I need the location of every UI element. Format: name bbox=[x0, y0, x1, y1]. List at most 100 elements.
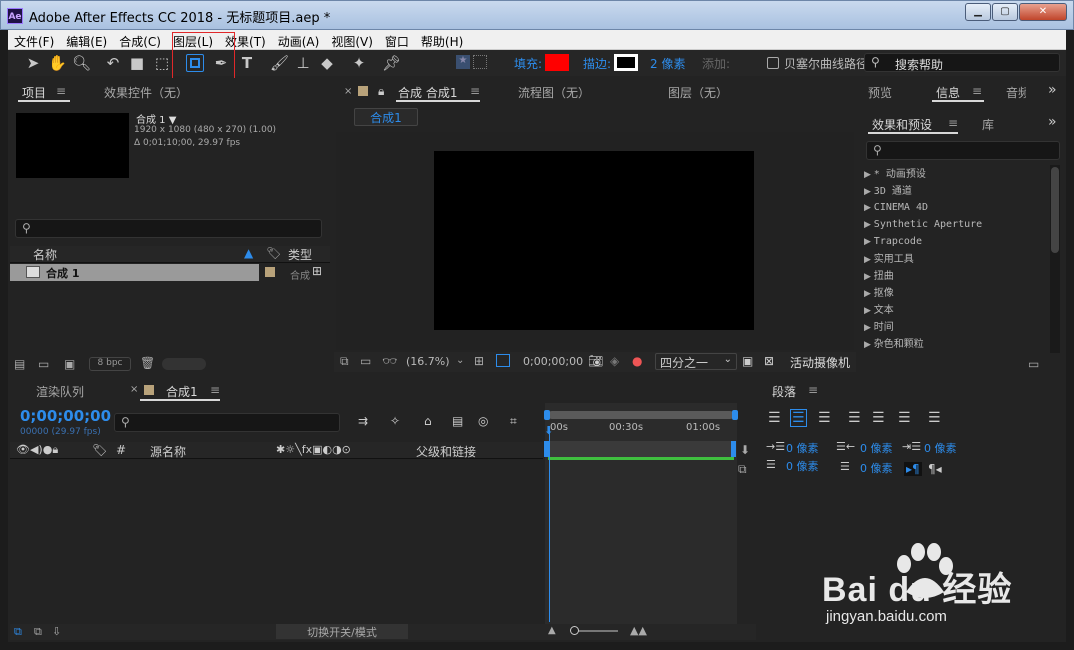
tab-preview[interactable]: 预览 bbox=[868, 84, 892, 101]
stroke-swatch[interactable] bbox=[614, 54, 638, 71]
close-button[interactable]: ✕ bbox=[1019, 3, 1067, 21]
toggle-switches-modes[interactable]: 切换开关/模式 bbox=[276, 624, 408, 639]
hand-tool-icon[interactable]: ✋ bbox=[48, 54, 67, 72]
motion-blur-icon[interactable]: ◎ bbox=[478, 414, 488, 428]
comp-subtab[interactable]: 合成1 bbox=[354, 108, 418, 126]
indent-left-value[interactable]: 0 像素 bbox=[786, 440, 819, 456]
col-number[interactable]: # bbox=[116, 443, 126, 457]
tab-render-queue[interactable]: 渲染队列 bbox=[36, 383, 84, 400]
brush-tool-icon[interactable]: 🖌︎ bbox=[270, 54, 289, 72]
tab-effect-controls[interactable]: 效果控件（无） bbox=[104, 84, 188, 101]
expand-modes-icon[interactable]: ⧉ bbox=[34, 625, 42, 639]
expand-time-icon[interactable]: ⇩ bbox=[52, 625, 61, 638]
effects-scrollbar[interactable] bbox=[1050, 165, 1060, 353]
list-item[interactable]: ▶ 时间 bbox=[864, 318, 894, 333]
double-chevron-icon[interactable]: » bbox=[1048, 82, 1057, 98]
label-icon[interactable]: 🏷︎ bbox=[92, 443, 107, 457]
rotate-tool-icon[interactable]: ↶ bbox=[104, 54, 122, 72]
new-folder-icon[interactable]: ▭ bbox=[38, 357, 49, 371]
minimize-button[interactable]: ▁ bbox=[965, 3, 991, 21]
panel-menu-icon[interactable]: ≡ bbox=[56, 84, 66, 98]
trash-icon[interactable]: 🗑︎ bbox=[140, 356, 155, 370]
graph-editor-icon[interactable]: ⌗ bbox=[510, 414, 517, 429]
project-search-input[interactable]: ⚲ bbox=[15, 219, 322, 238]
list-item[interactable]: ▶ 扭曲 bbox=[864, 267, 894, 282]
tab-effects-presets[interactable]: 效果和预设 bbox=[872, 116, 932, 133]
tab-timeline-comp[interactable]: 合成1 bbox=[166, 383, 198, 400]
timeline-timecode[interactable]: 0;00;00;00 bbox=[20, 407, 111, 425]
zoom-in-icon[interactable]: ▲▲ bbox=[630, 624, 647, 637]
expand-switches-icon[interactable]: ⧉ bbox=[14, 625, 22, 639]
roto-brush-tool-icon[interactable]: ✦ bbox=[350, 54, 368, 72]
lock-icon[interactable]: 🔒︎ bbox=[378, 84, 384, 99]
frame-blending-icon[interactable]: ▤ bbox=[452, 414, 463, 428]
playhead-icon[interactable]: ⬇ bbox=[544, 424, 553, 437]
panel-menu-icon[interactable]: ≡ bbox=[210, 383, 220, 397]
scrollbar-thumb[interactable] bbox=[1051, 167, 1059, 253]
zoom-tool-icon[interactable]: 🔍︎ bbox=[72, 54, 91, 72]
playhead-line[interactable] bbox=[549, 426, 550, 622]
indent-right-value[interactable]: 0 像素 bbox=[860, 440, 893, 456]
shy-layers-icon[interactable]: ⌂ bbox=[424, 414, 432, 428]
align-left-icon[interactable]: ☰ bbox=[768, 410, 781, 426]
navigator-start-handle[interactable] bbox=[544, 410, 550, 420]
tab-info[interactable]: 信息 bbox=[936, 84, 960, 101]
tab-audio[interactable]: 音频 bbox=[1006, 84, 1026, 101]
list-item[interactable]: ▶ 抠像 bbox=[864, 284, 894, 299]
mask-visibility-icon[interactable] bbox=[496, 354, 510, 367]
label-icon[interactable]: 🏷︎ bbox=[266, 246, 281, 260]
new-preset-icon[interactable]: ▭ bbox=[1028, 357, 1039, 371]
align-right-icon[interactable]: ☰ bbox=[818, 410, 831, 426]
pan-behind-tool-icon[interactable]: ⬚ bbox=[153, 54, 171, 72]
panel-menu-icon[interactable]: ≡ bbox=[972, 84, 982, 98]
col-name[interactable]: 名称 bbox=[33, 246, 57, 263]
ltr-icon[interactable]: ▸¶ bbox=[904, 462, 922, 476]
col-parent[interactable]: 父级和链接 bbox=[416, 443, 476, 460]
sort-arrow-icon[interactable]: ▲ bbox=[244, 246, 253, 260]
tab-flowchart[interactable]: 流程图（无） bbox=[518, 84, 590, 101]
comp-canvas[interactable] bbox=[434, 151, 754, 330]
comp-name[interactable]: 合成 1 ▼ bbox=[136, 111, 176, 126]
timeline-search-input[interactable]: ⚲ bbox=[114, 413, 340, 432]
col-type[interactable]: 类型 bbox=[288, 246, 312, 263]
menu-window[interactable]: 窗口 bbox=[379, 30, 415, 50]
snapshot-icon[interactable]: 📷︎ bbox=[588, 354, 603, 368]
bpc-button[interactable]: 8 bpc bbox=[89, 357, 131, 371]
comp-button-icon[interactable]: ⧉ bbox=[738, 462, 747, 477]
work-area-end[interactable] bbox=[731, 441, 736, 457]
work-area-bar[interactable] bbox=[548, 441, 734, 457]
draft-3d-icon[interactable]: ✧ bbox=[390, 414, 400, 428]
list-item[interactable]: ▶ Synthetic Aperture bbox=[864, 216, 982, 230]
panel-menu-icon[interactable]: ≡ bbox=[948, 116, 958, 130]
zoom-select[interactable]: (16.7%) bbox=[406, 355, 450, 368]
list-item[interactable]: ▶ CINEMA 4D bbox=[864, 199, 928, 213]
new-comp-icon[interactable]: ▣ bbox=[64, 357, 75, 371]
safe-margins-icon[interactable]: ⊞ bbox=[474, 354, 484, 368]
av-switches-icon[interactable]: 👁︎◀)●🔒︎ bbox=[16, 443, 58, 457]
navigator-end-handle[interactable] bbox=[732, 410, 738, 420]
rtl-icon[interactable]: ¶◂ bbox=[928, 462, 942, 476]
justify-left-icon[interactable]: ☰ bbox=[848, 410, 861, 426]
effects-search-input[interactable]: ⚲ bbox=[866, 141, 1060, 160]
layer-switches-icon[interactable]: ✱☼╲fx▣◐◑⊙ bbox=[276, 443, 351, 456]
list-item[interactable]: ▶ 实用工具 bbox=[864, 250, 914, 265]
justify-right-icon[interactable]: ☰ bbox=[898, 410, 911, 426]
always-preview-icon[interactable]: ⧉ bbox=[340, 354, 349, 369]
comp-mini-flowchart-icon[interactable]: ⇉ bbox=[358, 414, 368, 428]
transparency-grid-icon[interactable]: ⊠ bbox=[764, 354, 774, 368]
interpret-footage-icon[interactable]: ▤ bbox=[14, 357, 25, 371]
list-item[interactable]: ▶ Trapcode bbox=[864, 233, 922, 247]
menu-help[interactable]: 帮助(H) bbox=[415, 30, 469, 50]
channel-icon[interactable]: ● bbox=[632, 354, 642, 368]
selection-tool-icon[interactable]: ➤ bbox=[24, 54, 42, 72]
panel-menu-icon[interactable]: ≡ bbox=[808, 383, 818, 397]
list-item[interactable]: ▶ 文本 bbox=[864, 301, 894, 316]
comp-marker-icon[interactable]: ⬇ bbox=[740, 443, 750, 457]
tab-composition[interactable]: 合成 合成1 bbox=[398, 84, 457, 101]
show-snapshot-icon[interactable]: ◈ bbox=[610, 354, 619, 368]
justify-all-icon[interactable]: ☰ bbox=[928, 410, 941, 426]
first-line-indent-value[interactable]: 0 像素 bbox=[924, 440, 957, 456]
fill-swatch[interactable] bbox=[545, 54, 569, 71]
menu-view[interactable]: 视图(V) bbox=[325, 30, 379, 50]
maximize-button[interactable]: ▢ bbox=[992, 3, 1018, 21]
